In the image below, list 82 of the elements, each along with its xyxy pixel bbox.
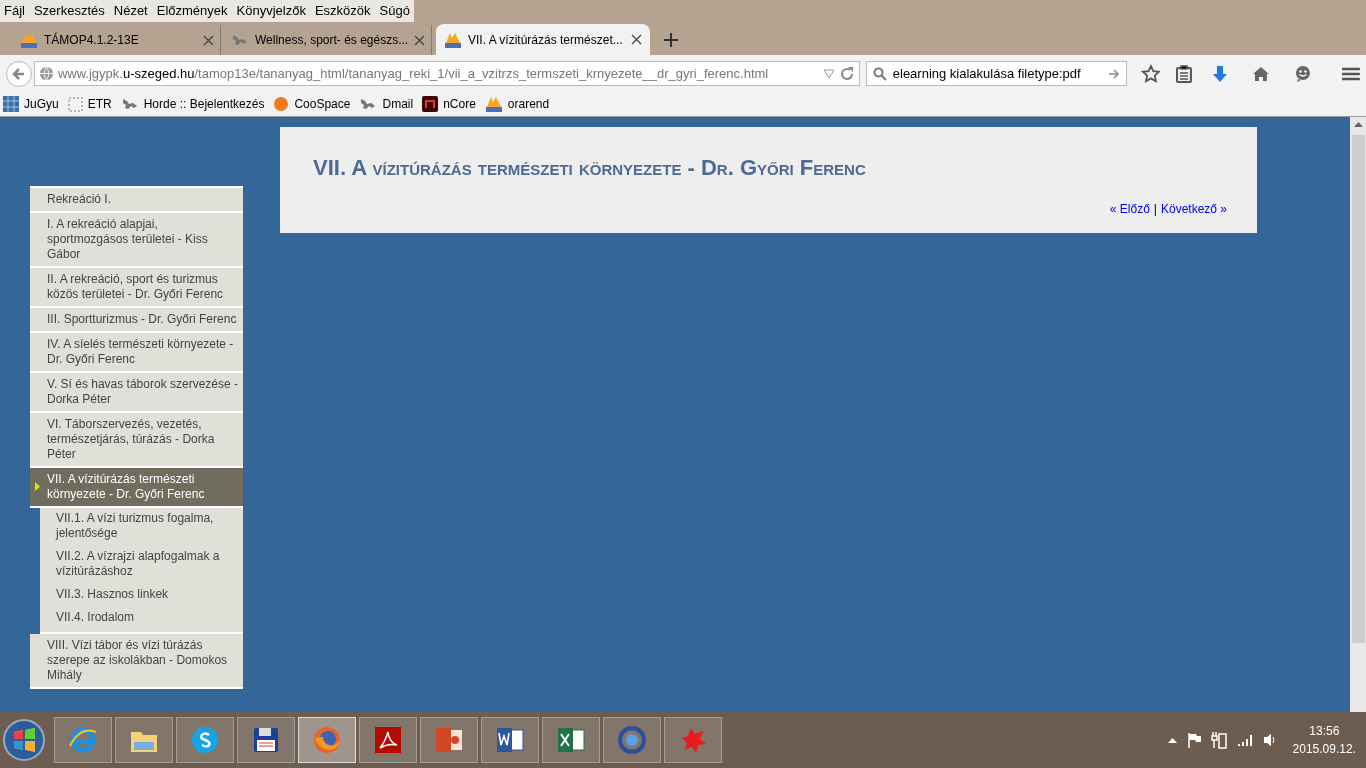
sidebar-item[interactable]: VII. A vízitúrázás természeti környezete - Dr. Győri Ferenc: [30, 468, 243, 508]
menu-item[interactable]: Eszközök: [314, 1, 371, 21]
bookmark[interactable]: JuGyu: [3, 94, 59, 114]
link-separator: |: [1153, 201, 1157, 218]
logo-icon: [444, 31, 462, 48]
url-text: www.jgypk.u-szeged.hu/tamop13e/tananyag_html/tananyag_reki_1/vii_a_vzitrzs_termszeti_krnyezete__dr_gyri_ferenc.html: [57, 64, 770, 83]
sidebar-item[interactable]: I. A rekreáció alapjai, sportmozgásos területei - Kiss Gábor: [30, 213, 243, 268]
menu-item[interactable]: Könyvjelzők: [236, 1, 306, 21]
sidebar-item[interactable]: IV. A síelés természeti környezete - Dr. Győri Ferenc: [30, 333, 243, 373]
pdf-icon: [372, 724, 404, 756]
start-button[interactable]: [2, 718, 46, 762]
clipboard-icon[interactable]: [1176, 64, 1193, 83]
menu-item[interactable]: Fájl: [4, 1, 25, 21]
bookmark[interactable]: nCore: [422, 94, 476, 114]
close-icon[interactable]: [414, 34, 426, 46]
subitem-link[interactable]: VII.1. A vízi turizmus fogalma, jelentősége: [40, 511, 243, 541]
scroll-up-icon[interactable]: [1353, 121, 1363, 127]
bookmark[interactable]: ETR: [67, 94, 112, 114]
sidebar-item[interactable]: II. A rekreáció, sport és turizmus közös területei - Dr. Győri Ferenc: [30, 268, 243, 308]
taskbar-button[interactable]: [298, 717, 356, 763]
date-text: 2015.09.12.: [1292, 741, 1356, 758]
battery-icon[interactable]: [1210, 731, 1227, 749]
firefox-icon: [311, 724, 343, 756]
globe-icon: [38, 66, 54, 81]
search-field[interactable]: elearning kialakulása filetype:pdf: [865, 61, 1127, 86]
signal-icon[interactable]: [1236, 734, 1253, 746]
menu-item[interactable]: Súgó: [379, 1, 410, 21]
sidebar-item[interactable]: VI. Táborszervezés, vezetés, természetjárás, túrázás - Dorka Péter: [30, 413, 243, 468]
back-icon: [11, 66, 26, 81]
close-icon[interactable]: [631, 34, 642, 45]
smiley-icon[interactable]: [1294, 64, 1313, 83]
sidebar-item[interactable]: VIII. Vízi tábor és vízi túrázás szerepe az iskolákban - Domokos Mihály: [30, 634, 243, 689]
arrow-icon: [35, 482, 40, 491]
logo-icon: [484, 96, 503, 112]
subitem-link[interactable]: VII.4. Irodalom: [40, 610, 243, 629]
search-icon: [872, 66, 887, 81]
bookmark[interactable]: Dmail: [359, 94, 414, 114]
tab-title: TÁMOP4.1.2-13E: [44, 31, 140, 49]
sidebar-item[interactable]: Rekreáció I.: [30, 186, 243, 213]
next-link[interactable]: Következő »: [1160, 200, 1227, 218]
subitem-link[interactable]: VII.3. Hasznos linkek: [40, 587, 243, 602]
previous-link[interactable]: « Előző: [1109, 200, 1150, 218]
ball-icon: [273, 96, 290, 112]
sidebar-item[interactable]: V. Sí és havas táborok szervezése - Dorka Péter: [30, 373, 243, 413]
skype-icon: [189, 724, 221, 756]
clock[interactable]: 13:56 2015.09.12.: [1292, 722, 1356, 758]
menu-item[interactable]: Nézet: [113, 1, 148, 21]
tab-title: VII. A vízitúrázás természet...: [468, 31, 624, 49]
menu-icon[interactable]: [1342, 65, 1360, 82]
sync-icon: [616, 724, 648, 756]
page-title: VII. A vízitúrázás természeti környezete - Dr. Győri Ferenc: [313, 154, 866, 182]
subitem-link[interactable]: VII.2. A vízrajzi alapfogalmak a vízitúrázáshoz: [40, 549, 243, 579]
dashed-square-icon: [67, 96, 83, 112]
home-icon[interactable]: [1252, 65, 1271, 82]
sidebar-item[interactable]: III. Sportturizmus - Dr. Győri Ferenc: [30, 308, 243, 333]
close-icon[interactable]: [203, 34, 214, 46]
ncore-icon: [422, 96, 439, 112]
bone-icon: [231, 32, 249, 48]
scroll-thumb[interactable]: [1351, 135, 1365, 643]
back-button[interactable]: [6, 60, 32, 87]
show-hidden-icon[interactable]: [1167, 737, 1177, 743]
bone-icon: [120, 96, 139, 112]
bookmark[interactable]: Horde :: Bejelentkezés: [120, 94, 265, 114]
reload-icon[interactable]: [838, 65, 855, 82]
bookmark[interactable]: orarend: [484, 94, 550, 114]
star-icon[interactable]: [1140, 63, 1161, 84]
download-icon[interactable]: [1212, 64, 1229, 83]
arrow-icon[interactable]: [1107, 67, 1120, 80]
menu-item[interactable]: Szerkesztés: [33, 1, 105, 21]
menu-item[interactable]: Előzmények: [156, 1, 228, 21]
scrollbar[interactable]: [1350, 117, 1366, 712]
dropdown-icon[interactable]: [822, 68, 835, 79]
logo-icon: [20, 32, 38, 48]
time-text: 13:56: [1309, 723, 1340, 740]
tab-title: Wellness, sport- és egészs...: [255, 32, 409, 49]
speaker-icon[interactable]: [1262, 733, 1277, 747]
browser-tab[interactable]: VII. A vízitúrázás természet...: [436, 24, 650, 55]
address-field[interactable]: www.jgypk.u-szeged.hu/tamop13e/tananyag_html/tananyag_reki_1/vii_a_vzitrzs_termszeti_krnyezete__dr_gyri_ferenc.html: [33, 61, 860, 86]
bookmark[interactable]: CooSpace: [273, 94, 351, 114]
flag-icon[interactable]: [1186, 732, 1201, 748]
new-tab-icon[interactable]: [664, 33, 678, 47]
grid-icon: [3, 96, 19, 112]
